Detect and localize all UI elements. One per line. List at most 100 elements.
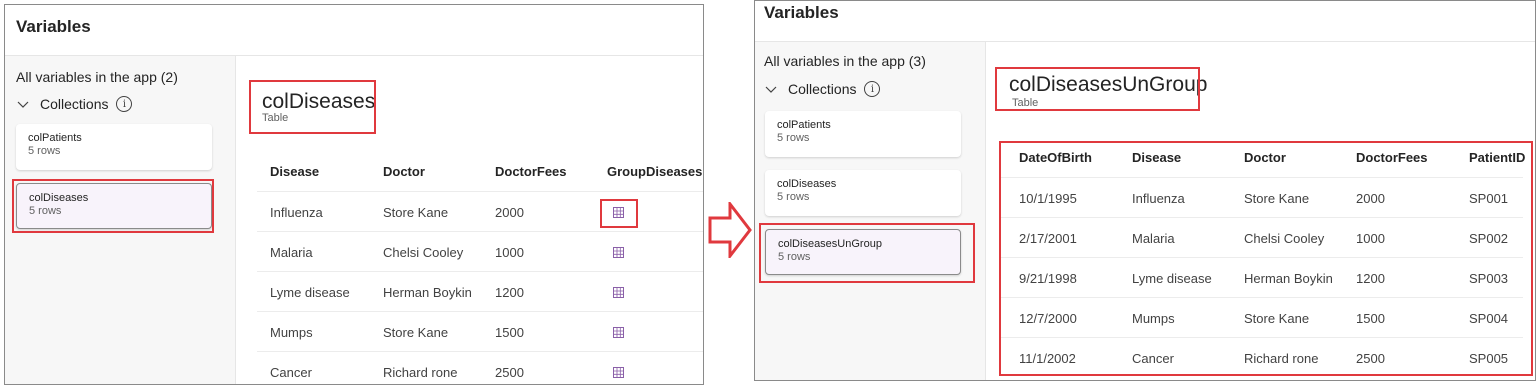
variables-panel-after: Variables All variables in the app (3) C… [754,0,1536,381]
cell-fees: 1500 [1356,311,1385,326]
card-rows: 5 rows [28,145,61,157]
card-name: colDiseases [29,192,89,204]
collections-label: Collections [40,96,109,112]
chevron-down-icon [765,86,777,93]
cell-dob: 11/1/2002 [1019,351,1076,366]
variables-count: All variables in the app (3) [764,53,926,69]
column-header: DoctorFees [1356,150,1428,165]
column-header: Disease [1132,150,1182,165]
variables-panel-before: Variables All variables in the app (2) C… [4,4,704,385]
panel-title: Variables [764,3,839,22]
cell-patientid: SP003 [1469,271,1509,286]
cell-fees: 2000 [495,205,524,220]
row-divider [1001,217,1523,218]
variable-name: colDiseases [262,90,376,113]
cell-doctor: Chelsi Cooley [1244,231,1325,246]
cell-doctor: Richard rone [383,365,458,380]
cell-doctor: Herman Boykin [1244,271,1333,286]
cell-disease: Cancer [270,365,312,380]
cell-doctor: Herman Boykin [383,285,472,300]
card-name: colDiseasesUnGroup [778,238,882,250]
collection-card-coldiseases[interactable]: colDiseases 5 rows [16,183,212,229]
variables-count: All variables in the app (2) [16,69,178,85]
cell-doctor: Store Kane [383,325,449,340]
cell-fees: 1200 [495,285,524,300]
card-rows: 5 rows [777,191,810,203]
chevron-down-icon [17,101,29,108]
column-header: GroupDiseases [607,164,703,179]
row-divider [1001,337,1523,338]
panel-title: Variables [16,17,91,36]
cell-dob: 9/21/1998 [1019,271,1077,286]
row-divider [257,191,703,192]
info-icon[interactable]: i [116,96,133,112]
collection-card-colpatients[interactable]: colPatients 5 rows [16,124,212,170]
card-rows: 5 rows [29,205,62,217]
collection-card-coldiseasesungroup[interactable]: colDiseasesUnGroup 5 rows [765,229,961,275]
table-icon[interactable] [613,287,624,298]
table-icon[interactable] [613,207,624,218]
card-rows: 5 rows [778,251,811,263]
column-header: PatientID [1469,150,1526,165]
cell-dob: 2/17/2001 [1019,231,1077,246]
card-name: colDiseases [777,178,837,190]
table-icon[interactable] [613,367,624,378]
table-icon[interactable] [613,247,624,258]
cell-fees: 1500 [495,325,524,340]
cell-doctor: Chelsi Cooley [383,245,464,260]
cell-disease: Mumps [270,325,313,340]
cell-patientid: SP001 [1469,191,1509,206]
variable-name: colDiseasesUnGroup [1009,73,1208,96]
cell-disease: Malaria [1132,231,1175,246]
row-divider [257,311,703,312]
row-divider [1001,257,1523,258]
cell-disease: Influenza [270,205,323,220]
cell-fees: 1200 [1356,271,1385,286]
cell-disease: Mumps [1132,311,1175,326]
card-rows: 5 rows [777,132,810,144]
cell-fees: 1000 [495,245,524,260]
card-name: colPatients [777,119,831,131]
cell-fees: 2500 [1356,351,1385,366]
row-divider [1001,297,1523,298]
row-divider [257,271,703,272]
cell-disease: Influenza [1132,191,1185,206]
right-arrow-icon [708,202,752,258]
column-header: DoctorFees [495,164,567,179]
cell-patientid: SP004 [1469,311,1509,326]
column-header: Doctor [383,164,425,179]
cell-dob: 10/1/1995 [1019,191,1077,206]
row-divider [1001,177,1523,178]
cell-doctor: Store Kane [383,205,449,220]
collection-card-colpatients[interactable]: colPatients 5 rows [765,111,961,157]
collections-toggle[interactable]: Collections i [16,96,133,112]
cell-doctor: Richard rone [1244,351,1319,366]
sidebar-divider [235,56,236,384]
cell-disease: Lyme disease [1132,271,1212,286]
cell-disease: Cancer [1132,351,1174,366]
collection-card-coldiseases[interactable]: colDiseases 5 rows [765,170,961,216]
collections-toggle[interactable]: Collections i [764,81,881,97]
cell-doctor: Store Kane [1244,311,1310,326]
table-icon[interactable] [613,327,624,338]
cell-disease: Lyme disease [270,285,350,300]
column-header: DateOfBirth [1019,150,1092,165]
cell-fees: 2500 [495,365,524,380]
card-name: colPatients [28,132,82,144]
row-divider [257,351,703,352]
cell-doctor: Store Kane [1244,191,1310,206]
variable-type: Table [262,112,289,124]
column-header: Disease [270,164,320,179]
row-divider [257,231,703,232]
cell-patientid: SP005 [1469,351,1509,366]
sidebar-divider [985,42,986,380]
cell-fees: 1000 [1356,231,1385,246]
collections-label: Collections [788,81,857,97]
cell-patientid: SP002 [1469,231,1509,246]
variable-type: Table [1012,97,1039,109]
info-icon[interactable]: i [864,81,881,97]
cell-disease: Malaria [270,245,313,260]
cell-fees: 2000 [1356,191,1385,206]
cell-dob: 12/7/2000 [1019,311,1077,326]
column-header: Doctor [1244,150,1286,165]
